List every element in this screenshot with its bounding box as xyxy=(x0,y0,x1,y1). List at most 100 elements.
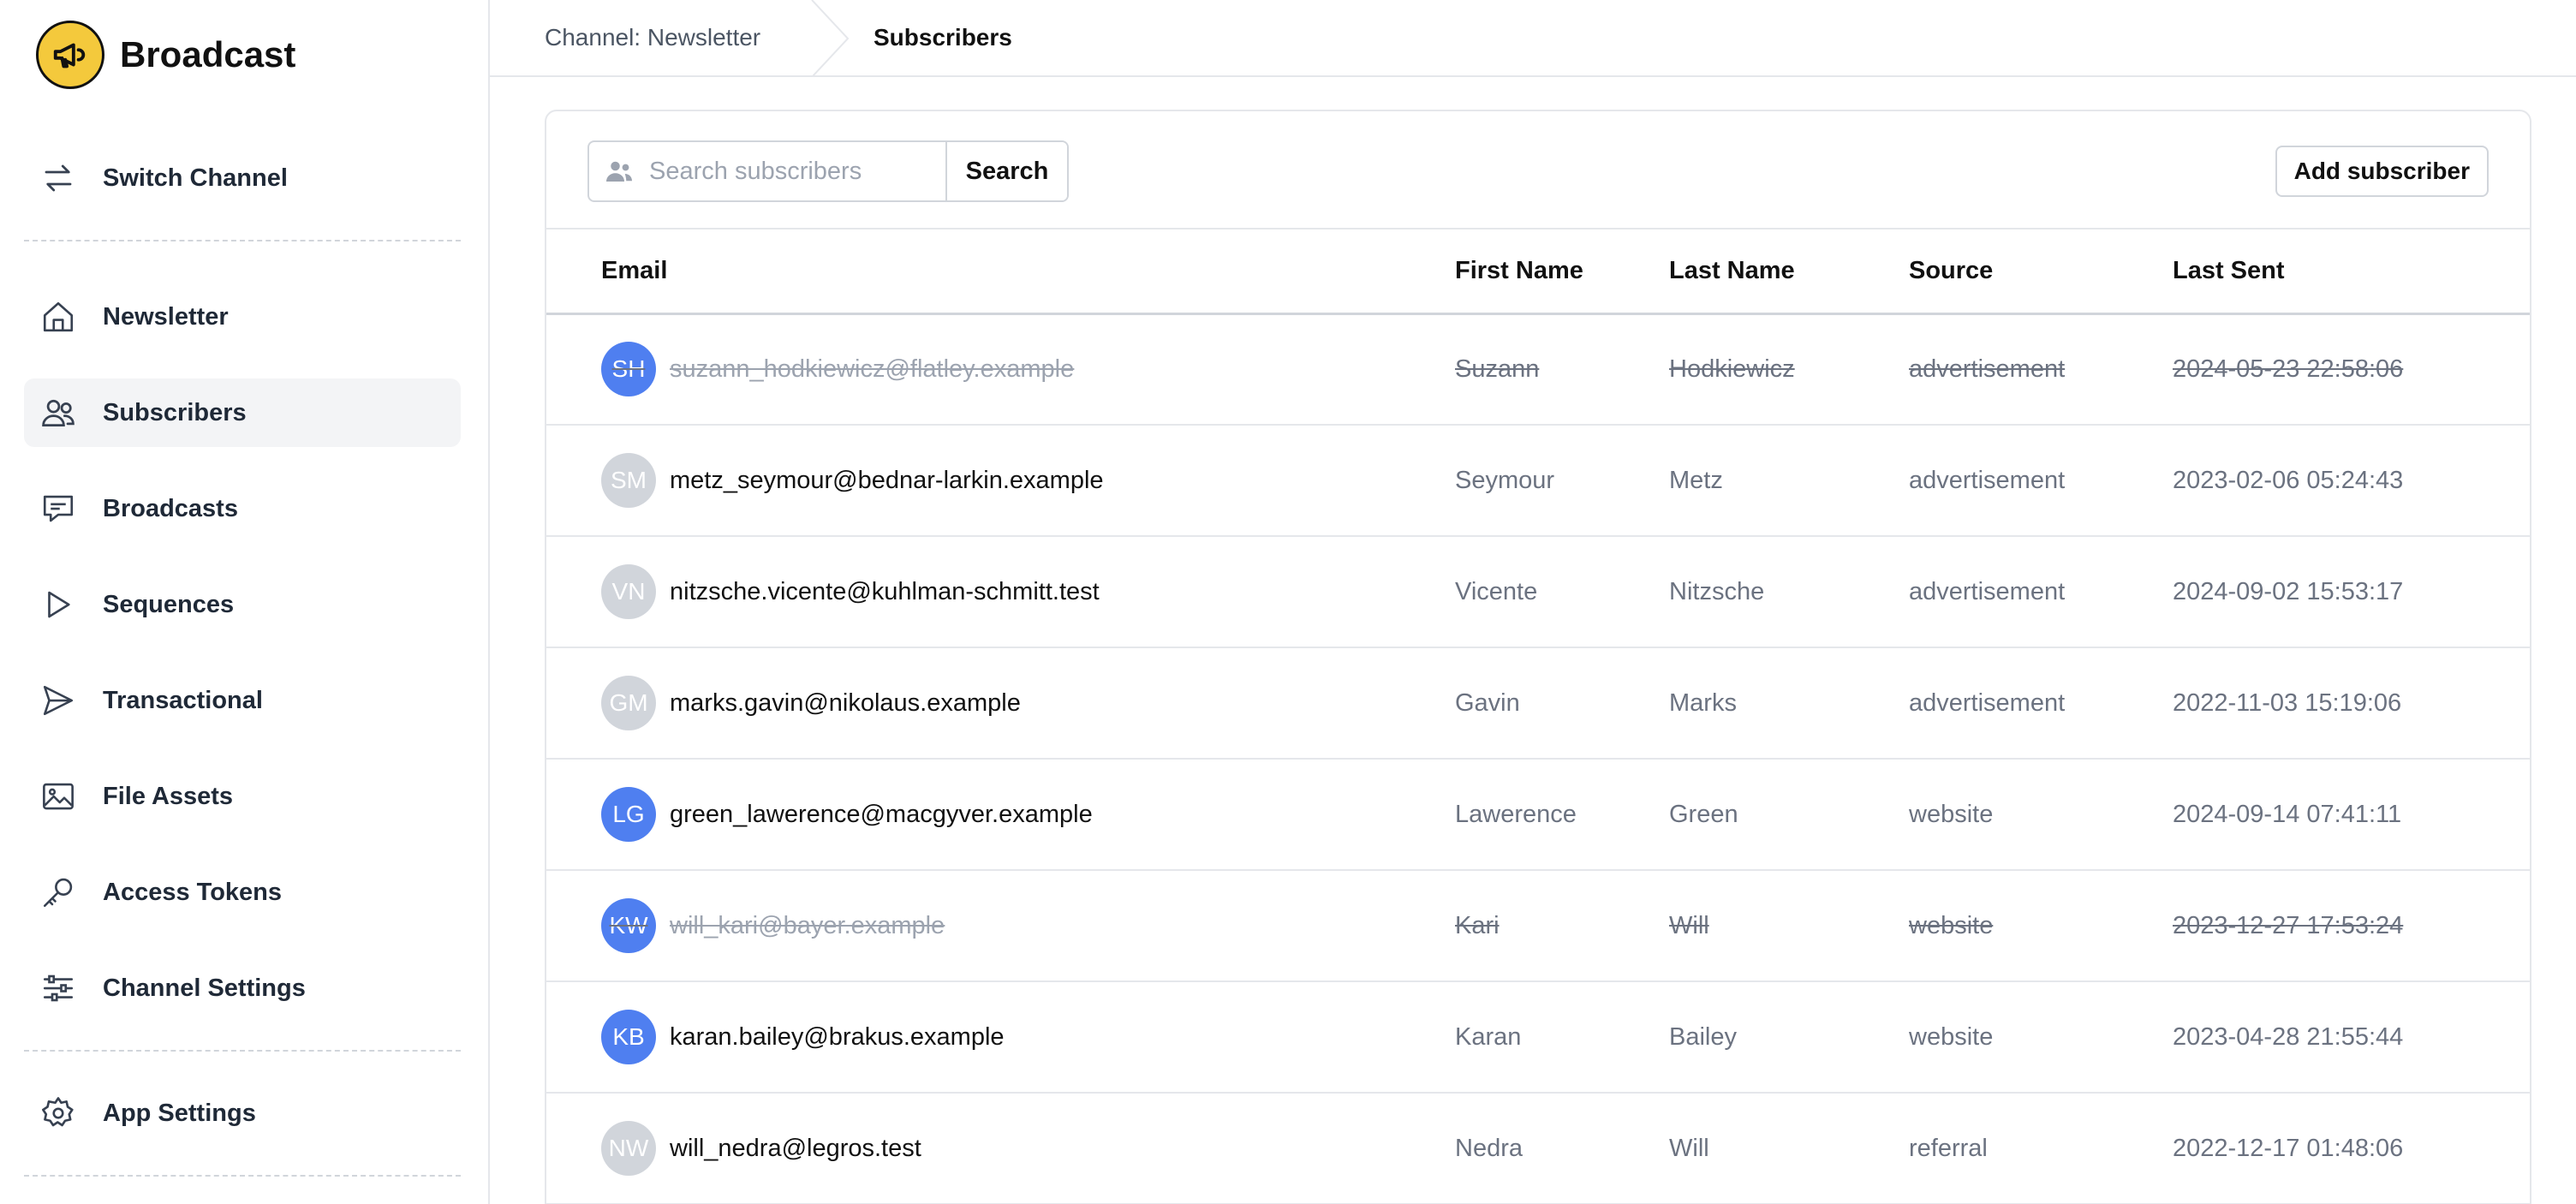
sidebar-item-broadcasts[interactable]: Broadcasts xyxy=(24,474,461,543)
send-icon xyxy=(36,678,80,723)
column-header-first-name[interactable]: First Name xyxy=(1455,229,1669,315)
source-cell: advertisement xyxy=(1909,647,2173,760)
table-row[interactable]: GM marks.gavin@nikolaus.example Gavin Ma… xyxy=(546,647,2530,760)
add-subscriber-button[interactable]: Add subscriber xyxy=(2275,146,2489,197)
subscriber-email[interactable]: will_nedra@legros.test xyxy=(670,1135,921,1163)
table-row[interactable]: LG green_lawerence@macgyver.example Lawe… xyxy=(546,759,2530,871)
email-cell: KB karan.bailey@brakus.example xyxy=(546,981,1455,1094)
subscriber-email[interactable]: will_kari@bayer.example xyxy=(670,912,945,940)
last-name-cell: Nitzsche xyxy=(1669,536,1909,648)
email-cell: KW will_kari@bayer.example xyxy=(546,870,1455,982)
last-name-cell: Marks xyxy=(1669,647,1909,760)
email-cell: LG green_lawerence@macgyver.example xyxy=(546,759,1455,871)
search-group: Search xyxy=(587,140,1069,202)
breadcrumb-current: Subscribers xyxy=(874,24,1012,51)
first-name-cell: Lawerence xyxy=(1455,759,1669,871)
table-header-row: Email First Name Last Name Source Last S… xyxy=(546,229,2530,315)
column-header-last-name[interactable]: Last Name xyxy=(1669,229,1909,315)
sliders-icon xyxy=(36,966,80,1010)
switch-channel-button[interactable]: Switch Channel xyxy=(24,144,461,212)
table-row[interactable]: KW will_kari@bayer.example Kari Will web… xyxy=(546,870,2530,982)
email-cell: SH suzann_hodkiewicz@flatley.example xyxy=(546,313,1455,426)
users-icon xyxy=(36,390,80,435)
subscriber-email[interactable]: suzann_hodkiewicz@flatley.example xyxy=(670,355,1074,384)
source-cell: advertisement xyxy=(1909,425,2173,537)
sidebar-item-label: Subscribers xyxy=(103,398,247,426)
sidebar-item-label: File Assets xyxy=(103,782,234,810)
subscriber-email[interactable]: nitzsche.vicente@kuhlman-schmitt.test xyxy=(670,578,1100,606)
email-cell: VN nitzsche.vicente@kuhlman-schmitt.test xyxy=(546,536,1455,648)
first-name-cell: Kari xyxy=(1455,870,1669,982)
sidebar-item-label: Sequences xyxy=(103,590,235,618)
sidebar-item-label: Access Tokens xyxy=(103,878,283,906)
email-cell: SM metz_seymour@bednar-larkin.example xyxy=(546,425,1455,537)
gear-icon xyxy=(36,1091,80,1135)
table-row[interactable]: SM metz_seymour@bednar-larkin.example Se… xyxy=(546,425,2530,537)
subscribers-card: Search Add subscriber Email First Name L… xyxy=(545,110,2531,1204)
last-sent-cell: 2024-09-14 07:41:11 xyxy=(2173,759,2530,871)
search-button[interactable]: Search xyxy=(945,142,1067,200)
switch-arrows-icon xyxy=(36,156,80,200)
key-icon xyxy=(36,870,80,915)
source-cell: advertisement xyxy=(1909,313,2173,426)
last-sent-cell: 2024-09-02 15:53:17 xyxy=(2173,536,2530,648)
sidebar-item-transactional[interactable]: Transactional xyxy=(24,666,461,735)
search-input[interactable] xyxy=(649,142,945,200)
first-name-cell: Gavin xyxy=(1455,647,1669,760)
subscribers-toolbar: Search Add subscriber xyxy=(546,111,2530,229)
brand-name: Broadcast xyxy=(120,34,296,75)
subscriber-email[interactable]: green_lawerence@macgyver.example xyxy=(670,801,1093,829)
source-cell: website xyxy=(1909,759,2173,871)
avatar: SM xyxy=(601,453,656,508)
last-name-cell: Hodkiewicz xyxy=(1669,313,1909,426)
breadcrumb: Channel: Newsletter Subscribers xyxy=(490,0,2576,77)
column-header-last-sent[interactable]: Last Sent xyxy=(2173,229,2530,315)
sidebar-item-label: Newsletter xyxy=(103,302,229,331)
last-sent-cell: 2023-02-06 05:24:43 xyxy=(2173,425,2530,537)
chat-icon xyxy=(36,486,80,531)
play-icon xyxy=(36,582,80,627)
app-settings-label: App Settings xyxy=(103,1099,256,1127)
email-cell: GM marks.gavin@nikolaus.example xyxy=(546,647,1455,760)
last-sent-cell: 2023-04-28 21:55:44 xyxy=(2173,981,2530,1094)
avatar: VN xyxy=(601,564,656,619)
sidebar: Broadcast Switch Channel Newsletter Subs… xyxy=(0,0,490,1204)
last-name-cell: Metz xyxy=(1669,425,1909,537)
subscriber-email[interactable]: metz_seymour@bednar-larkin.example xyxy=(670,467,1104,495)
column-header-source[interactable]: Source xyxy=(1909,229,2173,315)
subscriber-email[interactable]: karan.bailey@brakus.example xyxy=(670,1023,1005,1052)
last-name-cell: Bailey xyxy=(1669,981,1909,1094)
sidebar-divider xyxy=(24,240,461,241)
sidebar-item-sequences[interactable]: Sequences xyxy=(24,570,461,639)
subscriber-email[interactable]: marks.gavin@nikolaus.example xyxy=(670,689,1021,718)
image-icon xyxy=(36,774,80,819)
breadcrumb-separator-icon xyxy=(811,0,850,77)
avatar: GM xyxy=(601,676,656,730)
sidebar-item-newsletter[interactable]: Newsletter xyxy=(24,283,461,351)
last-sent-cell: 2022-12-17 01:48:06 xyxy=(2173,1093,2530,1204)
sidebar-item-subscribers[interactable]: Subscribers xyxy=(24,378,461,447)
sidebar-item-channel-settings[interactable]: Channel Settings xyxy=(24,954,461,1022)
breadcrumb-channel[interactable]: Channel: Newsletter xyxy=(545,0,760,75)
sidebar-item-label: Transactional xyxy=(103,686,263,714)
sidebar-item-file-assets[interactable]: File Assets xyxy=(24,762,461,831)
last-sent-cell: 2023-12-27 17:53:24 xyxy=(2173,870,2530,982)
subscribers-table: Email First Name Last Name Source Last S… xyxy=(546,229,2530,1204)
sidebar-item-access-tokens[interactable]: Access Tokens xyxy=(24,858,461,927)
source-cell: website xyxy=(1909,981,2173,1094)
last-name-cell: Green xyxy=(1669,759,1909,871)
table-row[interactable]: SH suzann_hodkiewicz@flatley.example Suz… xyxy=(546,313,2530,426)
sidebar-item-label: Broadcasts xyxy=(103,494,238,522)
first-name-cell: Suzann xyxy=(1455,313,1669,426)
app-settings-button[interactable]: App Settings xyxy=(24,1079,461,1147)
first-name-cell: Nedra xyxy=(1455,1093,1669,1204)
table-row[interactable]: VN nitzsche.vicente@kuhlman-schmitt.test… xyxy=(546,536,2530,648)
table-row[interactable]: KB karan.bailey@brakus.example Karan Bai… xyxy=(546,981,2530,1094)
avatar: NW xyxy=(601,1121,656,1176)
avatar: KW xyxy=(601,898,656,953)
avatar: KB xyxy=(601,1010,656,1064)
column-header-email[interactable]: Email xyxy=(546,229,1455,315)
table-row[interactable]: NW will_nedra@legros.test Nedra Will ref… xyxy=(546,1093,2530,1204)
users-search-icon xyxy=(589,142,649,200)
brand[interactable]: Broadcast xyxy=(36,19,295,91)
